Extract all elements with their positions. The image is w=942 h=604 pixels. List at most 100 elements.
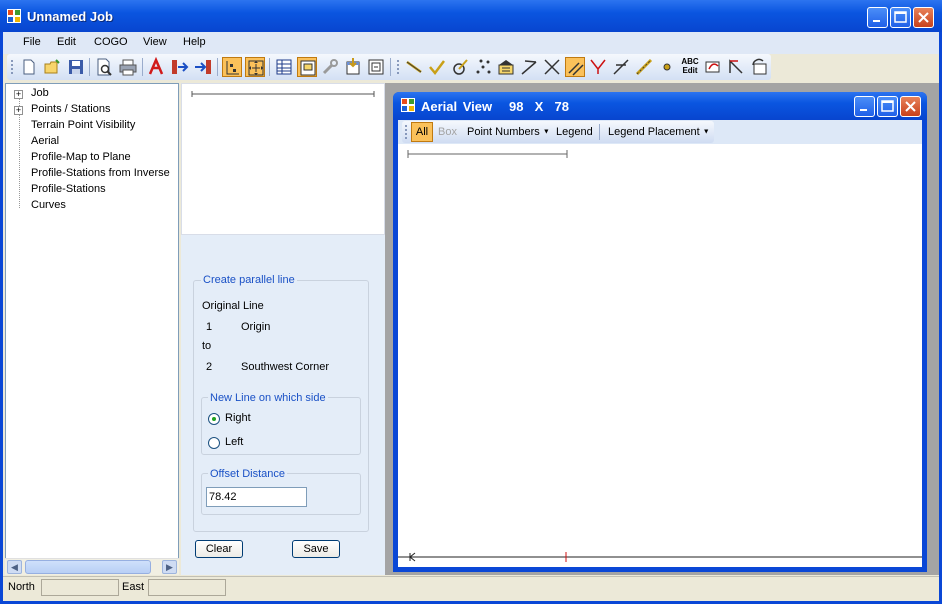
app-grid-icon [401, 98, 415, 112]
perpendicular-icon[interactable] [611, 57, 631, 77]
minimize-button[interactable] [867, 7, 888, 28]
maximize-icon [894, 11, 907, 23]
scroll-thumb[interactable] [25, 560, 151, 574]
grip-icon[interactable] [395, 57, 401, 77]
left-radio-label[interactable]: Left [225, 436, 243, 448]
expand-points-icon[interactable]: + [14, 106, 23, 115]
aerial-minimize-button[interactable] [854, 96, 875, 117]
import-window-icon[interactable] [343, 57, 363, 77]
close-button[interactable] [913, 7, 934, 28]
tree-item-points-stations[interactable]: Points / Stations [31, 103, 111, 115]
tree-item-profile-map[interactable]: Profile-Map to Plane [31, 151, 131, 163]
tree-item-terrain-visibility[interactable]: Terrain Point Visibility [31, 119, 135, 131]
clear-button[interactable]: Clear [195, 540, 243, 558]
tree-item-aerial[interactable]: Aerial [31, 135, 59, 147]
to-label: to [202, 340, 212, 352]
grip-icon[interactable] [404, 123, 408, 141]
maximize-button[interactable] [890, 7, 911, 28]
line-icon[interactable] [404, 57, 424, 77]
left-radio[interactable] [208, 437, 220, 449]
box-button: Box [438, 126, 457, 138]
import-arrow-icon[interactable] [193, 57, 213, 77]
aerial-view-window: Aerial View 98 X 78 All Box Point Number… [393, 92, 927, 572]
grip-icon[interactable] [9, 57, 15, 77]
aerial-title: Aerial View 98 X 78 [421, 99, 570, 114]
east-field [148, 579, 226, 596]
menu-edit[interactable]: Edit [57, 36, 76, 48]
to-point-name: Southwest Corner [241, 361, 330, 373]
job-tree[interactable]: + Job + Points / Stations Terrain Point … [5, 83, 179, 575]
toolbar-separator [269, 58, 270, 76]
aerial-title-bar[interactable]: Aerial View 98 X 78 [393, 92, 927, 120]
menu-cogo[interactable]: COGO [94, 36, 128, 48]
tree-item-profile-stations[interactable]: Profile-Stations [31, 183, 106, 195]
save-button[interactable]: Save [292, 540, 340, 558]
check-line-icon[interactable] [427, 57, 447, 77]
bearing-icon[interactable] [588, 57, 608, 77]
table-grid-icon[interactable] [274, 57, 294, 77]
tree-item-job[interactable]: Job [31, 87, 49, 99]
print-preview-icon[interactable] [94, 57, 114, 77]
angle-icon[interactable] [519, 57, 539, 77]
rotate-icon[interactable] [749, 57, 769, 77]
points-scatter-icon[interactable] [473, 57, 493, 77]
print-icon[interactable] [118, 57, 138, 77]
chevron-down-icon: ▼ [702, 128, 710, 136]
right-radio-label[interactable]: Right [225, 412, 251, 424]
main-toolbar: ABC Edit [7, 54, 771, 80]
chevron-down-icon: ▼ [542, 128, 550, 136]
main-window: Unnamed Job File Edit COGO View Help ABC… [0, 0, 942, 604]
abc-edit-icon[interactable]: ABC Edit [679, 57, 701, 77]
building-icon[interactable] [496, 57, 516, 77]
tree-item-curves[interactable]: Curves [31, 199, 66, 211]
font-icon[interactable] [147, 57, 167, 77]
wrench-icon[interactable] [320, 57, 340, 77]
measure-icon[interactable] [634, 57, 654, 77]
toolbar-separator [142, 58, 143, 76]
menu-help[interactable]: Help [183, 36, 206, 48]
circle-point-icon[interactable] [450, 57, 470, 77]
scroll-right-icon[interactable]: ▶ [162, 560, 177, 574]
right-radio[interactable] [208, 413, 220, 425]
intersect-icon[interactable] [542, 57, 562, 77]
minimize-icon [873, 20, 880, 22]
title-bar[interactable]: Unnamed Job [0, 0, 942, 32]
layout-icon[interactable] [222, 57, 242, 77]
line-preview [181, 83, 385, 235]
scroll-left-icon[interactable]: ◀ [7, 560, 22, 574]
aerial-drawing [398, 150, 922, 562]
all-button[interactable]: All [411, 122, 433, 142]
to-point-number: 2 [206, 361, 213, 373]
aerial-toolbar-strip: All Box Point Numbers ▼ Legend Legend Pl… [402, 121, 714, 143]
point-numbers-dropdown[interactable]: Point Numbers ▼ [467, 126, 550, 138]
open-folder-icon[interactable] [42, 57, 62, 77]
north-label: North [8, 581, 35, 593]
menu-file[interactable]: File [23, 36, 41, 48]
save-disk-icon[interactable] [66, 57, 86, 77]
status-bar: North East [3, 576, 939, 598]
aerial-close-button[interactable] [900, 96, 921, 117]
frame-icon[interactable] [297, 57, 317, 77]
tree-horizontal-scrollbar[interactable]: ◀ ▶ [5, 558, 179, 575]
new-file-icon[interactable] [19, 57, 39, 77]
point-numbers-label: Point Numbers [467, 126, 540, 138]
aerial-canvas[interactable] [398, 144, 922, 567]
north-field [41, 579, 119, 596]
menu-view[interactable]: View [143, 36, 167, 48]
tree-item-profile-inverse[interactable]: Profile-Stations from Inverse [31, 167, 170, 179]
export-window-icon[interactable] [366, 57, 386, 77]
curve-edit-icon[interactable] [703, 57, 723, 77]
export-arrow-icon[interactable] [170, 57, 190, 77]
minimize-icon [860, 109, 867, 111]
preview-line-graphic [191, 91, 375, 97]
parallel-line-panel: Create parallel line Original Line 1 Ori… [181, 235, 385, 575]
offset-corner-icon[interactable] [726, 57, 746, 77]
parallel-line-icon[interactable] [565, 57, 585, 77]
aerial-maximize-button[interactable] [877, 96, 898, 117]
point-dot-icon[interactable] [657, 57, 677, 77]
legend-placement-dropdown[interactable]: Legend Placement ▼ [608, 126, 710, 138]
legend-button[interactable]: Legend [556, 126, 593, 138]
fit-extent-icon[interactable] [245, 57, 265, 77]
offset-distance-input[interactable]: 78.42 [206, 487, 307, 507]
expand-job-icon[interactable]: + [14, 90, 23, 99]
